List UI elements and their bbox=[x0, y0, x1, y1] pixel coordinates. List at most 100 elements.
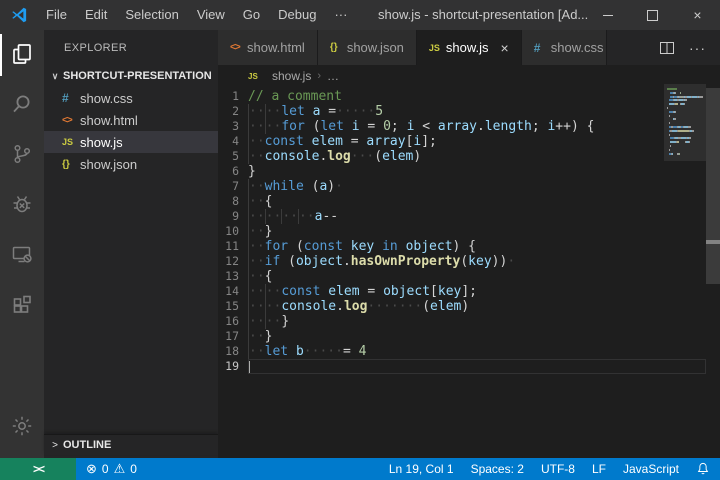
file-item-show.html[interactable]: <> show.html bbox=[44, 109, 218, 131]
activity-item-explorer[interactable] bbox=[0, 30, 44, 80]
line-number: 18 bbox=[225, 344, 239, 358]
folder-section-header[interactable]: ∨ SHORTCUT-PRESENTATION bbox=[44, 65, 218, 87]
code-editor[interactable]: 1 // a comment 2 ····let a =·····5 3 ····for … bbox=[218, 87, 720, 458]
line-number: 9 bbox=[232, 209, 239, 223]
activity-item-search[interactable] bbox=[0, 80, 44, 130]
code-line-17: 17 ··} bbox=[218, 329, 720, 344]
file-item-show.json[interactable]: {} show.json bbox=[44, 153, 218, 175]
explorer-sidebar: EXPLORER ∨ SHORTCUT-PRESENTATION # show.c… bbox=[44, 30, 218, 458]
close-tab-icon[interactable]: × bbox=[501, 40, 509, 56]
status-eol[interactable]: LF bbox=[592, 462, 606, 476]
menu-selection[interactable]: Selection bbox=[116, 0, 187, 30]
code-line-1: 1 // a comment bbox=[218, 89, 720, 104]
split-editor-icon[interactable] bbox=[659, 40, 675, 56]
minimize-icon[interactable] bbox=[585, 0, 630, 30]
line-text: ····console.log·······(elem) bbox=[248, 299, 470, 314]
status-language-mode[interactable]: JavaScript bbox=[623, 462, 679, 476]
code-line-2: 2 ····let a =·····5 bbox=[218, 104, 720, 119]
search-icon bbox=[10, 92, 34, 119]
vertical-scrollbar[interactable] bbox=[706, 88, 720, 284]
line-text: // a comment bbox=[248, 89, 342, 104]
line-number: 5 bbox=[232, 149, 239, 163]
remote-indicator-icon[interactable]: >< bbox=[0, 458, 76, 480]
line-number: 13 bbox=[225, 269, 239, 283]
json-file-icon: {} bbox=[62, 158, 70, 170]
error-count: 0 bbox=[101, 462, 109, 476]
menu-bar: File Edit Selection View Go Debug ··· bbox=[37, 0, 356, 30]
file-item-show.css[interactable]: # show.css bbox=[44, 87, 218, 109]
code-line-5: 5 ··console.log···(elem) bbox=[218, 149, 720, 164]
breadcrumb-file[interactable]: show.js bbox=[272, 69, 311, 83]
line-text: ··const elem = array[i]; bbox=[248, 134, 437, 149]
minimap-line bbox=[667, 156, 706, 160]
warning-count: 0 bbox=[130, 462, 137, 476]
line-number: 12 bbox=[225, 254, 239, 268]
outline-section-header[interactable]: > OUTLINE bbox=[44, 434, 218, 455]
js-file-icon: JS bbox=[428, 42, 440, 53]
line-text: ··if (object.hasOwnProperty(key))· bbox=[248, 254, 516, 269]
line-number: 10 bbox=[225, 224, 239, 238]
menu-more[interactable]: ··· bbox=[325, 0, 356, 30]
file-list: # show.css <> show.html JS show.js {} show.json bbox=[44, 87, 218, 175]
menu-view[interactable]: View bbox=[188, 0, 234, 30]
line-text bbox=[248, 359, 706, 374]
status-encoding[interactable]: UTF-8 bbox=[541, 462, 575, 476]
tab-label: show.json bbox=[346, 40, 404, 55]
js-file-icon: JS bbox=[62, 137, 74, 147]
minimap-content bbox=[667, 88, 706, 160]
code-line-9: 9 ········a-- bbox=[218, 209, 720, 224]
file-label: show.css bbox=[80, 90, 133, 106]
bell-icon[interactable] bbox=[696, 462, 710, 476]
breadcrumb-more[interactable]: … bbox=[327, 69, 339, 83]
chevron-right-icon: > bbox=[52, 439, 58, 451]
line-text: ··let b·····= 4 bbox=[248, 344, 367, 359]
activity-item-extensions[interactable] bbox=[0, 280, 44, 330]
line-number: 19 bbox=[225, 359, 239, 373]
tab-show.js[interactable]: JS show.js × bbox=[416, 30, 522, 65]
minimap[interactable] bbox=[664, 84, 706, 314]
tab-show.json[interactable]: {} show.json bbox=[317, 30, 417, 65]
status-indentation[interactable]: Spaces: 2 bbox=[471, 462, 524, 476]
tab-label: show.js bbox=[445, 40, 489, 55]
activity-item-remote[interactable] bbox=[0, 230, 44, 280]
chevron-down-icon: ∨ bbox=[51, 70, 59, 81]
activity-item-debug[interactable] bbox=[0, 180, 44, 230]
vscode-window: File Edit Selection View Go Debug ··· show.js … bbox=[0, 0, 720, 480]
code-line-13: 13 ··{ bbox=[218, 269, 720, 284]
title-bar: File Edit Selection View Go Debug ··· show.js … bbox=[0, 0, 720, 30]
code-line-10: 10 ··} bbox=[218, 224, 720, 239]
menu-debug[interactable]: Debug bbox=[269, 0, 325, 30]
file-item-show.js[interactable]: JS show.js bbox=[44, 131, 218, 153]
problems-status[interactable]: ⊗ 0 ⚠ 0 bbox=[86, 461, 137, 477]
line-text: ··} bbox=[248, 224, 273, 239]
tab-show.css[interactable]: # show.css bbox=[521, 30, 607, 65]
line-text: ····for (let i = 0; i < array.length; i+… bbox=[248, 119, 595, 134]
menu-edit[interactable]: Edit bbox=[76, 0, 116, 30]
menu-go[interactable]: Go bbox=[234, 0, 269, 30]
tab-show.html[interactable]: <> show.html bbox=[218, 30, 318, 65]
menu-file[interactable]: File bbox=[37, 0, 76, 30]
source-control-icon bbox=[10, 142, 34, 169]
code-line-11: 11 ··for (const key in object) { bbox=[218, 239, 720, 254]
vscode-logo-icon bbox=[12, 7, 27, 23]
file-label: show.json bbox=[80, 156, 138, 172]
breadcrumb[interactable]: JS show.js › … bbox=[218, 65, 720, 87]
gear-icon bbox=[10, 414, 34, 441]
explorer-icon bbox=[10, 42, 34, 69]
tab-label: show.css bbox=[550, 40, 604, 55]
html-file-icon: <> bbox=[230, 42, 241, 53]
debug-icon bbox=[10, 192, 34, 219]
maximize-icon[interactable] bbox=[630, 0, 675, 30]
code-line-19: 19 bbox=[218, 359, 720, 374]
status-cursor-position[interactable]: Ln 19, Col 1 bbox=[389, 462, 454, 476]
line-number: 7 bbox=[232, 179, 239, 193]
code-line-18: 18 ··let b·····= 4 bbox=[218, 344, 720, 359]
line-text: } bbox=[248, 164, 256, 179]
code-line-3: 3 ····for (let i = 0; i < array.length; i… bbox=[218, 119, 720, 134]
more-actions-icon[interactable]: ··· bbox=[689, 40, 706, 56]
close-icon[interactable]: × bbox=[675, 0, 720, 30]
activity-item-settings[interactable] bbox=[0, 402, 44, 452]
json-file-icon: {} bbox=[329, 42, 338, 53]
activity-item-source-control[interactable] bbox=[0, 130, 44, 180]
file-label: show.html bbox=[80, 112, 138, 128]
